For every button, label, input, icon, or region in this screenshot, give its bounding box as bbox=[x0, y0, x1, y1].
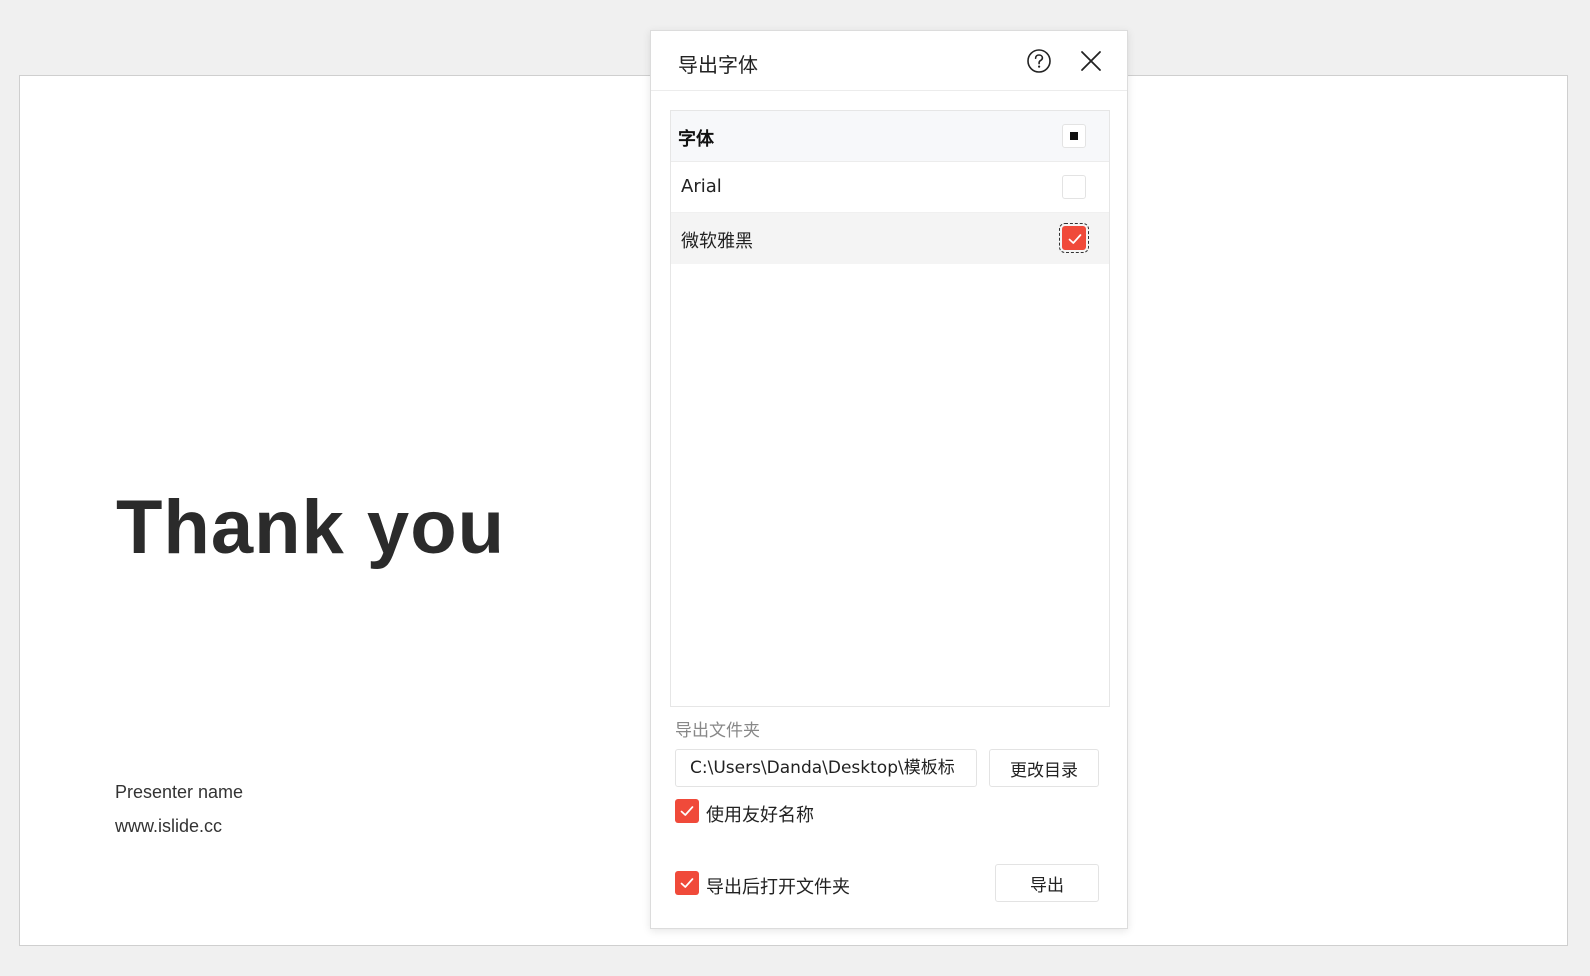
close-icon bbox=[1081, 51, 1101, 71]
select-all-checkbox[interactable] bbox=[1062, 124, 1086, 148]
open-folder-checkbox[interactable] bbox=[675, 871, 699, 895]
export-fonts-dialog: 导出字体 字体 Arial 微软雅黑 导出文件夹 C:\Users\Danda\… bbox=[650, 30, 1128, 929]
help-circle-icon bbox=[1027, 49, 1051, 73]
friendly-name-checkbox[interactable] bbox=[675, 799, 699, 823]
friendly-name-label[interactable]: 使用友好名称 bbox=[706, 801, 814, 827]
font-checkbox-arial[interactable] bbox=[1062, 175, 1086, 199]
dialog-title: 导出字体 bbox=[678, 53, 758, 77]
font-row-msyh[interactable]: 微软雅黑 bbox=[671, 213, 1109, 264]
font-row-arial[interactable]: Arial bbox=[671, 162, 1109, 213]
open-folder-label[interactable]: 导出后打开文件夹 bbox=[706, 873, 850, 899]
checkmark-icon bbox=[680, 806, 694, 816]
close-button[interactable] bbox=[1079, 49, 1103, 73]
font-name: 微软雅黑 bbox=[681, 231, 753, 252]
font-list-table: 字体 Arial 微软雅黑 bbox=[670, 110, 1110, 707]
export-path-input[interactable]: C:\Users\Danda\Desktop\模板标 bbox=[675, 749, 977, 787]
slide-title[interactable]: Thank you bbox=[116, 484, 505, 571]
website-text[interactable]: www.islide.cc bbox=[115, 816, 222, 837]
table-header: 字体 bbox=[671, 111, 1109, 162]
help-button[interactable] bbox=[1026, 48, 1052, 74]
checkmark-icon bbox=[1068, 234, 1082, 244]
export-folder-label: 导出文件夹 bbox=[675, 721, 760, 741]
checkmark-icon bbox=[680, 878, 694, 888]
font-checkbox-msyh[interactable] bbox=[1059, 223, 1089, 253]
presenter-name[interactable]: Presenter name bbox=[115, 782, 243, 803]
table-header-label: 字体 bbox=[678, 129, 714, 150]
font-name: Arial bbox=[681, 176, 722, 197]
change-directory-button[interactable]: 更改目录 bbox=[989, 749, 1099, 787]
dialog-header: 导出字体 bbox=[651, 31, 1127, 91]
export-button[interactable]: 导出 bbox=[995, 864, 1099, 902]
